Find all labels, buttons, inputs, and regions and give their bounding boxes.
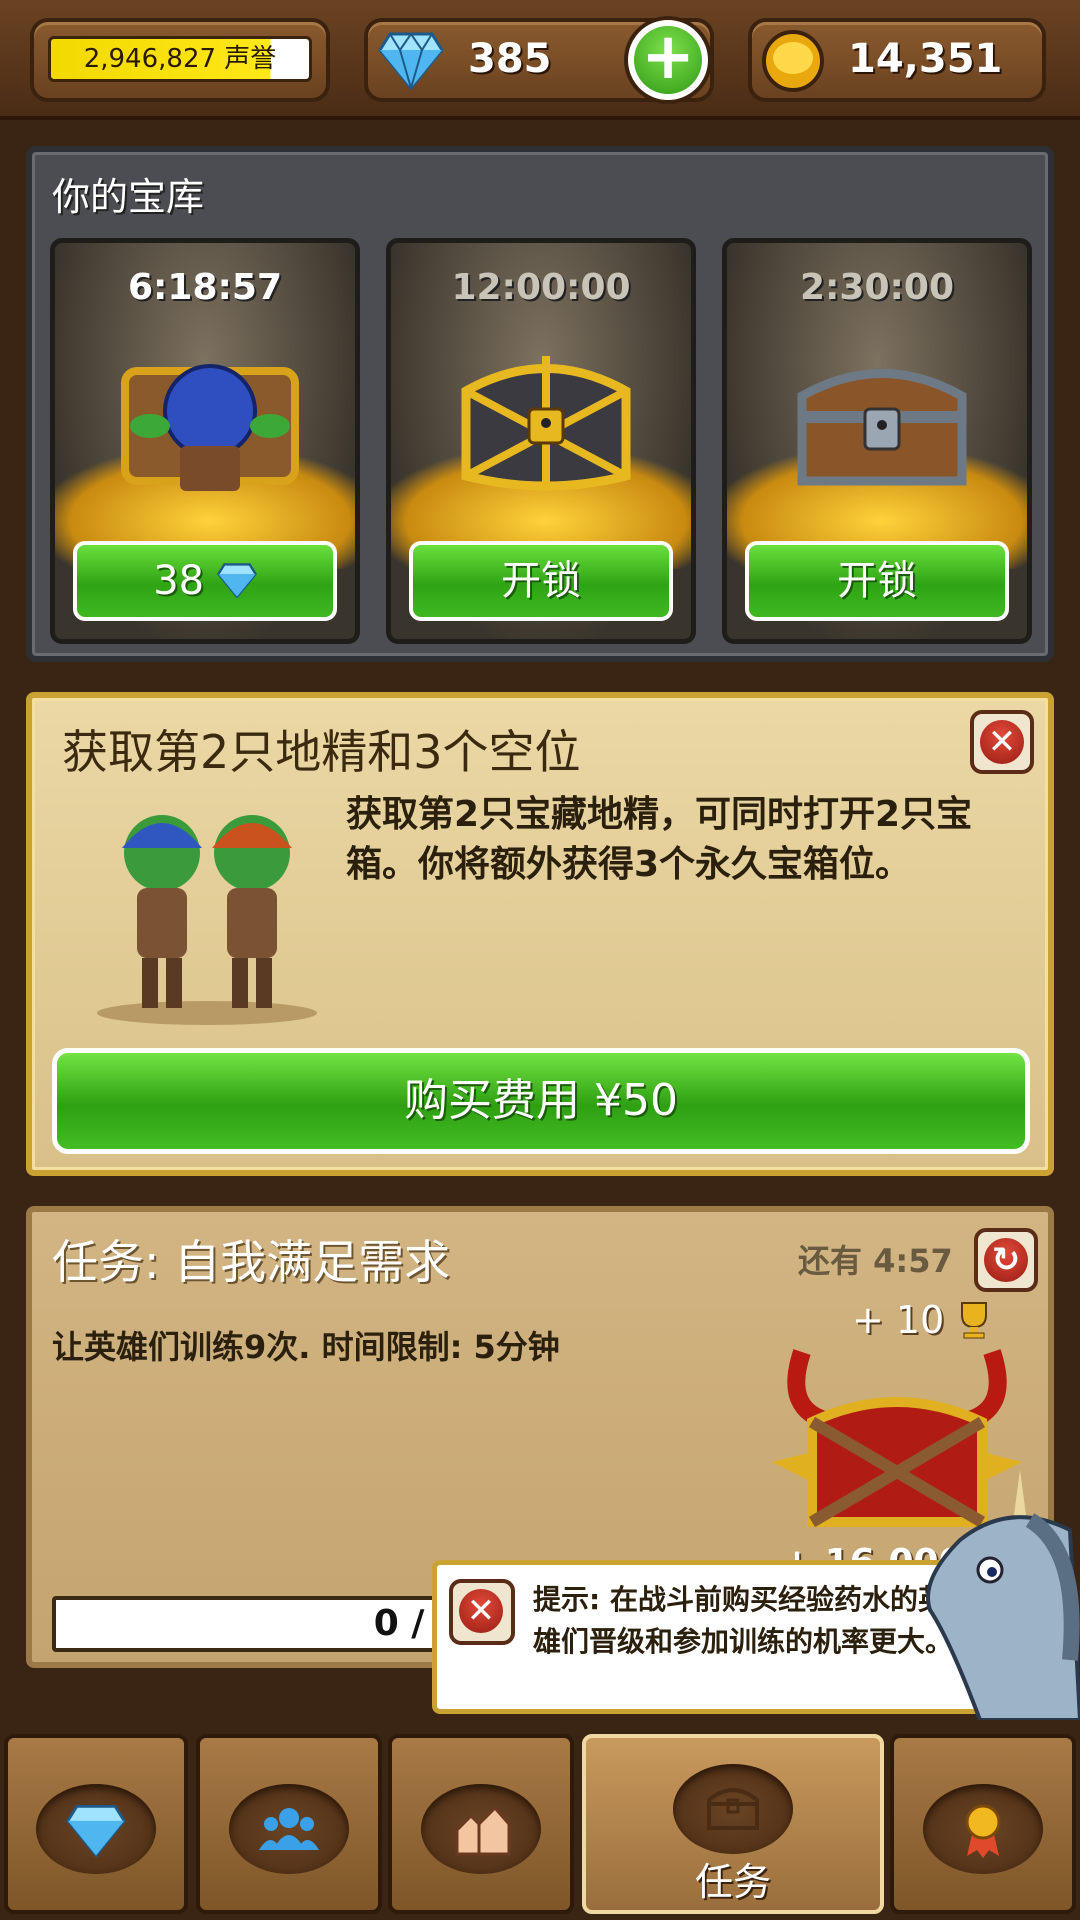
unicorn-mascot [926, 1470, 1080, 1720]
quest-title: 任务: 自我满足需求 [52, 1235, 451, 1289]
reward-trophies-value: + 10 [852, 1298, 945, 1342]
slot-timer: 2:30:00 [799, 267, 955, 308]
nav-town[interactable] [388, 1734, 574, 1914]
nav-achievements[interactable] [890, 1734, 1076, 1914]
buy-button[interactable]: 购买费用 ¥50 [52, 1048, 1030, 1154]
gold-chest-icon [461, 356, 631, 491]
tip-close-button[interactable]: ✕ [449, 1579, 515, 1645]
slot-timer: 6:18:57 [127, 267, 283, 308]
refresh-icon: ↻ [984, 1238, 1028, 1282]
gems-value: 385 [468, 36, 552, 82]
offer-close-button[interactable]: ✕ [970, 710, 1034, 774]
heroes-icon [259, 1808, 319, 1850]
quest-time-left: 还有 4:57 [798, 1242, 953, 1280]
nav-heroes[interactable] [196, 1734, 382, 1914]
offer-description: 获取第2只宝藏地精，可同时打开2只宝箱。你将额外获得3个永久宝箱位。 [346, 794, 973, 885]
slot-timer: 12:00:00 [451, 267, 631, 308]
chest-icon [707, 1788, 759, 1830]
gold-pill: 14,351 [748, 18, 1046, 102]
gold-coin-icon [762, 30, 824, 92]
vault-slot-1[interactable]: 6:18:57 38 [50, 238, 360, 644]
nav-gems[interactable] [4, 1734, 188, 1914]
town-icon [455, 1805, 511, 1856]
quest-progress-bar: 0 / 9 [52, 1596, 472, 1652]
medal-icon [965, 1804, 1001, 1858]
nav-quests[interactable]: 任务 [582, 1734, 884, 1914]
goblins-illustration [97, 815, 317, 1025]
vault-title: 你的宝库 [52, 175, 205, 219]
plus-icon: + [634, 25, 702, 94]
bottom-nav: 任务 [0, 1724, 1080, 1920]
nav-quests-label: 任务 [694, 1860, 771, 1904]
wooden-chest-icon [797, 369, 967, 486]
close-icon: ✕ [980, 720, 1024, 764]
reputation-value: 2,946,827 声誉 [48, 36, 312, 82]
speed-up-cost: 38 [153, 558, 205, 604]
trophy-icon [961, 1302, 988, 1339]
diamond-icon [216, 563, 257, 599]
vault-slot-3[interactable]: 2:30:00 开锁 [722, 238, 1032, 644]
reward-trophies: + 10 [852, 1298, 992, 1342]
speed-up-button[interactable]: 38 [73, 541, 337, 621]
quest-description: 让英雄们训练9次. 时间限制: 5分钟 [52, 1328, 560, 1366]
diamond-icon [378, 32, 444, 90]
diamond-icon [66, 1805, 126, 1858]
buy-gems-button[interactable]: + [624, 16, 712, 104]
gems-pill: 385 + [364, 16, 714, 104]
offer-panel: 获取第2只地精和3个空位 ✕ 获取第2只宝藏地精，可同时打开2只宝箱。你将额外获… [26, 692, 1054, 1176]
close-icon: ✕ [459, 1589, 503, 1633]
top-bar: 2,946,827 声誉 385 + 14,351 [0, 0, 1080, 120]
vault-slot-2[interactable]: 12:00:00 开锁 [386, 238, 696, 644]
quest-refresh-button[interactable]: ↻ [974, 1228, 1038, 1292]
offer-title: 获取第2只地精和3个空位 [62, 725, 581, 779]
reputation-pill: 2,946,827 声誉 [30, 18, 330, 102]
gold-value: 14,351 [848, 36, 1003, 82]
unlock-button[interactable]: 开锁 [745, 541, 1009, 621]
vault-panel: 你的宝库 6:18:57 38 12:00:00 开锁 2:30:00 开锁 [26, 146, 1054, 662]
goblin-opening-chest-icon [121, 364, 299, 491]
unlock-button[interactable]: 开锁 [409, 541, 673, 621]
tip-text: 提示: 在战斗前购买经验药水的英雄们晋级和参加训练的机率更大。 [533, 1583, 954, 1658]
